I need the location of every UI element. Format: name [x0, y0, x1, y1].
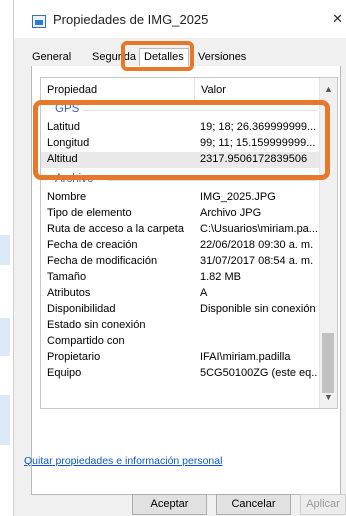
list-item[interactable]: Ruta de acceso a la carpeta C:\Usuarios\… [41, 222, 319, 238]
property-name: Tamaño [47, 271, 87, 283]
list-item[interactable]: Tipo de elemento Archivo JPG [41, 206, 319, 222]
column-header-property[interactable]: Propiedad [47, 84, 97, 96]
scrollbar-thumb[interactable] [322, 333, 334, 393]
property-name: Ruta de acceso a la carpeta [47, 223, 184, 235]
properties-dialog: Propiedades de IMG_2025 ✕ General Seguri… [13, 0, 346, 516]
property-value: 22/06/2018 09:30 a. m. [200, 239, 314, 251]
property-value: 1.82 MB [200, 271, 241, 283]
image-file-icon [32, 15, 46, 28]
property-value: A [200, 287, 208, 299]
tab-previous-versions[interactable]: Versiones anteriores [198, 50, 247, 78]
property-name: Nombre [47, 191, 87, 203]
property-name: Estado sin conexión [47, 319, 146, 331]
property-name: Equipo [47, 367, 82, 379]
background-decoration [0, 318, 10, 356]
background-decoration [0, 395, 10, 445]
list-item[interactable]: Atributos A [41, 286, 319, 302]
list-item[interactable]: Equipo 5CG50100ZG (este eq... [41, 366, 319, 382]
background-decoration [0, 235, 10, 265]
list-item[interactable]: Nombre IMG_2025.JPG [41, 190, 319, 206]
list-item[interactable]: Disponibilidad Disponible sin conexión [41, 302, 319, 318]
remove-properties-link[interactable]: Quitar propiedades e información persona… [24, 455, 222, 467]
property-value: Archivo JPG [200, 207, 262, 219]
property-name: Propietario [47, 351, 101, 363]
property-name: Compartido con [47, 335, 125, 347]
list-item[interactable]: Fecha de creación 22/06/2018 09:30 a. m. [41, 238, 319, 254]
group-divider [107, 180, 317, 181]
property-name: Disponibilidad [47, 303, 116, 315]
window-title: Propiedades de IMG_2025 [53, 12, 209, 27]
property-name: Tipo de elemento [47, 207, 132, 219]
ok-button[interactable]: Aceptar [132, 494, 207, 515]
property-name: Atributos [47, 287, 91, 299]
list-item[interactable]: Fecha de modificación 31/07/2017 08:54 a… [41, 254, 319, 270]
column-header-value[interactable]: Valor [201, 84, 226, 96]
property-name: Fecha de creación [47, 239, 138, 251]
property-value: 5CG50100ZG (este eq... [200, 367, 318, 379]
scroll-down-icon[interactable]: ▼ [324, 392, 333, 402]
list-item[interactable]: Tamaño 1.82 MB [41, 270, 319, 286]
column-divider[interactable] [194, 78, 195, 100]
property-value: C:\Usuarios\miriam.pa... [200, 223, 318, 235]
scroll-up-icon[interactable]: ▲ [324, 84, 333, 94]
property-name: Fecha de modificación [47, 255, 158, 267]
property-value: 31/07/2017 08:54 a. m. [200, 255, 314, 267]
list-item[interactable]: Propietario IFAI\miriam.padilla [41, 350, 319, 366]
property-value: IFAI\miriam.padilla [200, 351, 291, 363]
highlight-annotation-tab [121, 41, 194, 71]
title-bar: Propiedades de IMG_2025 ✕ [14, 0, 346, 38]
cancel-button[interactable]: Cancelar [216, 494, 291, 515]
tab-general[interactable]: General [32, 50, 71, 65]
property-value: Disponible sin conexión [200, 303, 316, 315]
highlight-annotation-gps [33, 100, 330, 180]
apply-button[interactable]: Aplicar [300, 494, 346, 515]
close-icon[interactable]: ✕ [332, 11, 343, 27]
list-item[interactable]: Compartido con [41, 334, 319, 350]
list-header: Propiedad Valor [41, 78, 319, 101]
property-value: IMG_2025.JPG [200, 191, 276, 203]
list-item[interactable]: Estado sin conexión [41, 318, 319, 334]
